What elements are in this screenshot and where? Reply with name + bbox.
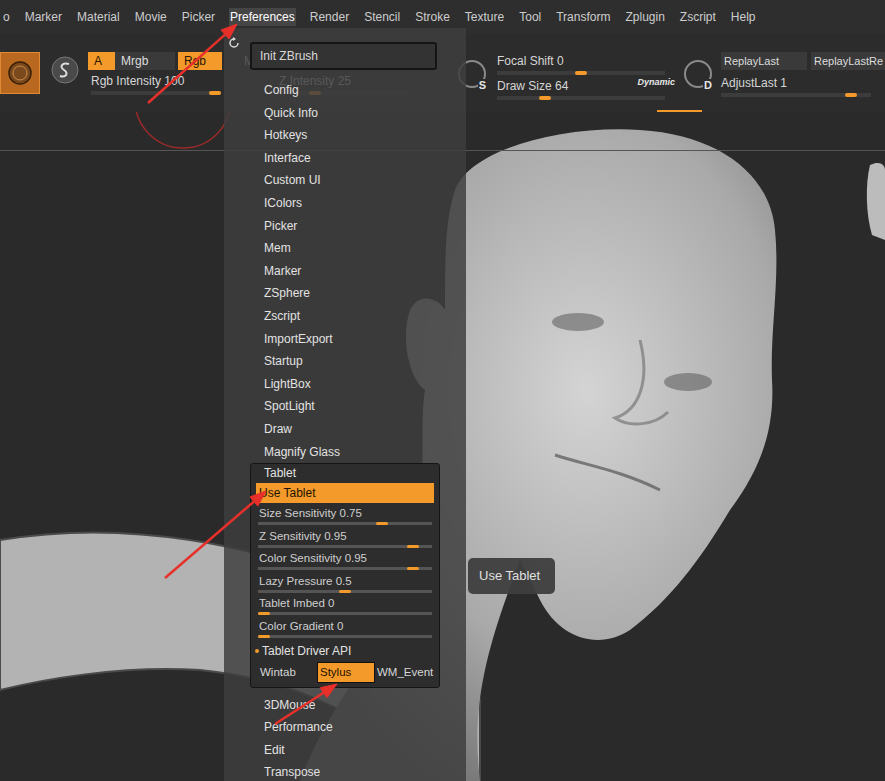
draw-slider[interactable]: Draw Size 64Dynamic — [497, 79, 675, 100]
preferences-item[interactable]: Custom UI — [224, 169, 466, 192]
menu-item[interactable]: Transform — [555, 8, 611, 26]
slider-track — [258, 522, 432, 525]
driver-options: WintabStylusWM_Event — [251, 662, 439, 683]
preferences-item[interactable]: SpotLight — [224, 395, 466, 418]
driver-option[interactable]: Stylus — [317, 662, 375, 683]
preferences-item[interactable]: Quick Info — [224, 102, 466, 125]
stroke-icon — [50, 55, 80, 85]
color-mode-button[interactable]: Rgb — [178, 52, 222, 70]
preferences-item[interactable]: Edit — [224, 739, 466, 762]
slider-knob[interactable] — [258, 635, 270, 638]
color-mode-button[interactable]: A — [88, 52, 115, 70]
material-button[interactable] — [0, 52, 40, 94]
refresh-icon[interactable] — [228, 37, 240, 49]
material-sphere-icon — [7, 60, 33, 86]
slider-knob[interactable] — [258, 612, 270, 615]
preferences-item[interactable]: ImportExport — [224, 328, 466, 351]
slider-knob[interactable] — [339, 590, 351, 593]
menu-item[interactable]: o — [2, 8, 11, 26]
preferences-item[interactable]: LightBox — [224, 373, 466, 396]
driver-option[interactable]: WM_Event — [375, 662, 435, 683]
draw-group: Focal Shift 0 Draw Size 64Dynamic — [497, 52, 675, 115]
menu-item[interactable]: Stroke — [414, 8, 451, 26]
stroke-button[interactable] — [50, 55, 80, 85]
slider-knob[interactable] — [845, 93, 857, 97]
menu-item[interactable]: Help — [730, 8, 757, 26]
menu-item[interactable]: Marker — [24, 8, 63, 26]
slider-track — [258, 567, 432, 570]
draw-slider[interactable]: Focal Shift 0 — [497, 54, 675, 75]
adjust-slider[interactable]: AdjustLast 1 — [721, 76, 885, 97]
menu-item[interactable]: Preferences — [229, 8, 296, 26]
slider-track — [258, 635, 432, 638]
slider-track — [497, 71, 665, 75]
menu-item[interactable]: Tool — [518, 8, 542, 26]
tablet-driver-label: Tablet Driver API — [251, 640, 439, 662]
preferences-item[interactable]: Interface — [224, 147, 466, 170]
preferences-item[interactable]: Magnify Glass — [224, 441, 466, 464]
tablet-slider[interactable]: Size Sensitivity 0.75 — [251, 504, 439, 527]
tablet-header[interactable]: Tablet — [251, 464, 439, 483]
preferences-item[interactable]: ZSphere — [224, 282, 466, 305]
zbrush-window: o Marker Material Movie Picker Preferences Ren… — [0, 0, 885, 781]
slider-knob[interactable] — [376, 522, 388, 525]
preferences-item[interactable]: Mem — [224, 237, 466, 260]
slider-track — [258, 545, 432, 548]
dynamic-label[interactable]: Dynamic — [637, 77, 675, 87]
preferences-item[interactable]: Performance — [224, 716, 466, 739]
slider-knob[interactable] — [407, 567, 419, 570]
tooltip: Use Tablet — [468, 558, 555, 594]
menu-item[interactable]: Zscript — [679, 8, 717, 26]
tablet-slider[interactable]: Color Gradient 0 — [251, 617, 439, 640]
preferences-item[interactable]: Startup — [224, 350, 466, 373]
menu-item[interactable]: Render — [309, 8, 350, 26]
preferences-item[interactable]: Marker — [224, 260, 466, 283]
menu-item[interactable]: Movie — [134, 8, 168, 26]
menu-item[interactable]: Picker — [181, 8, 216, 26]
menu-item[interactable]: Stencil — [363, 8, 401, 26]
replay-group: ReplayLastReplayLastRe AdjustLast 1 — [721, 52, 885, 97]
preferences-item[interactable]: Transpose — [224, 761, 466, 781]
use-tablet-toggle[interactable]: Use Tablet — [256, 483, 434, 503]
bullet-icon — [255, 649, 259, 653]
color-mode-button[interactable]: Mrgb — [115, 52, 175, 70]
preferences-item[interactable]: Draw — [224, 418, 466, 441]
replay-icon[interactable]: D — [684, 60, 712, 88]
replay-button[interactable]: ReplayLast — [721, 52, 807, 70]
slider-track — [721, 93, 871, 97]
menu-item[interactable]: Material — [76, 8, 121, 26]
tablet-slider[interactable]: Tablet Imbed 0 — [251, 594, 439, 617]
preferences-item[interactable]: Config — [224, 79, 466, 102]
slider-track — [258, 590, 432, 593]
menu-item[interactable]: Zplugin — [624, 8, 665, 26]
slider-track — [258, 612, 432, 615]
tablet-slider[interactable]: Color Sensitivity 0.95 — [251, 549, 439, 572]
tablet-slider[interactable]: Lazy Pressure 0.5 — [251, 572, 439, 595]
preferences-item[interactable]: Picker — [224, 215, 466, 238]
intensity-slider[interactable]: Rgb Intensity 100 — [91, 74, 221, 95]
preferences-item[interactable]: 3DMouse — [224, 694, 466, 717]
preferences-item[interactable]: Zscript — [224, 305, 466, 328]
slider-knob[interactable] — [539, 96, 551, 100]
slider-knob[interactable] — [209, 91, 221, 95]
tablet-panel: TabletUse TabletSize Sensitivity 0.75Z S… — [250, 463, 440, 688]
tablet-slider[interactable]: Z Sensitivity 0.95 — [251, 527, 439, 550]
preferences-item[interactable]: Hotkeys — [224, 124, 466, 147]
slider-track — [91, 91, 221, 95]
driver-option[interactable]: Wintab — [258, 662, 317, 683]
preferences-menu: Init ZBrush ConfigQuick InfoHotkeysInterf… — [224, 28, 466, 781]
menu-item[interactable]: Texture — [464, 8, 505, 26]
preferences-item[interactable]: IColors — [224, 192, 466, 215]
slider-knob[interactable] — [407, 545, 419, 548]
init-zbrush-button[interactable]: Init ZBrush — [250, 42, 437, 70]
replay-button[interactable]: ReplayLastRe — [811, 52, 885, 70]
slider-track — [497, 96, 665, 100]
slider-knob[interactable] — [575, 71, 587, 75]
